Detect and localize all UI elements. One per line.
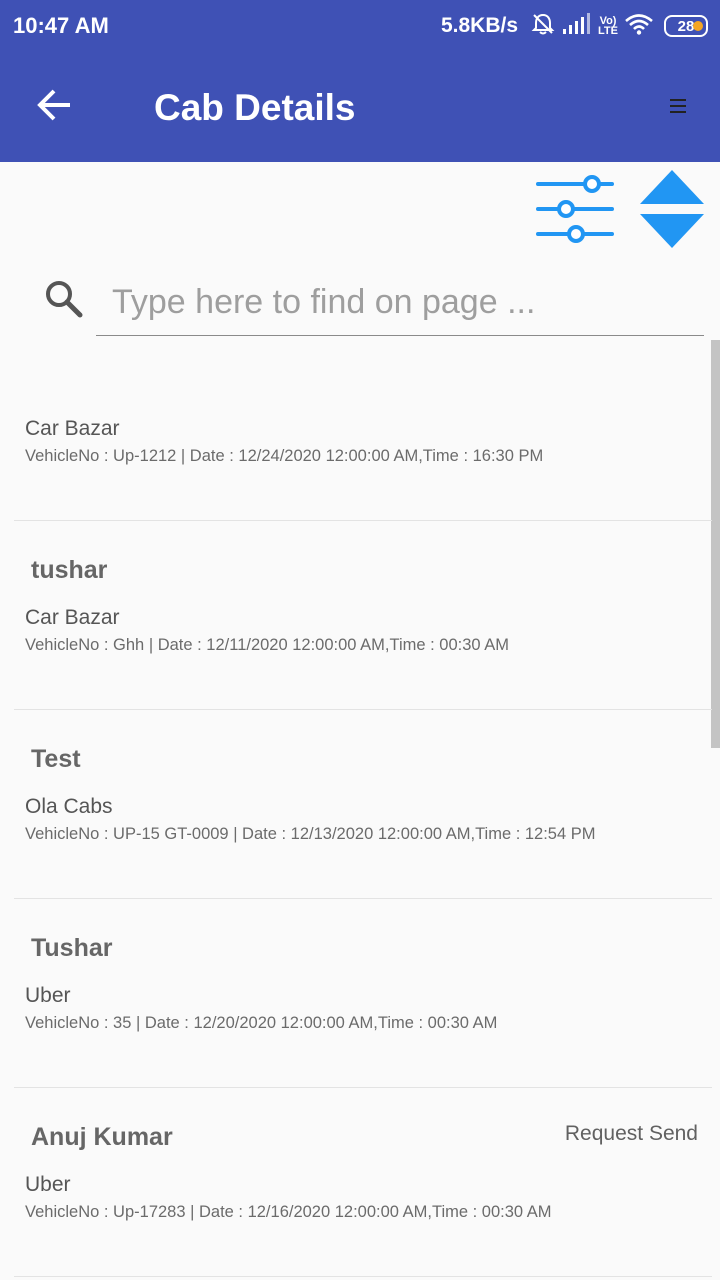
volte-indicator: Vo) LTE (598, 15, 618, 37)
battery-icon: 28 (664, 15, 708, 37)
cab-company: Uber (25, 984, 71, 1007)
passenger-name: Tushar (31, 934, 113, 962)
passenger-name: Test (31, 745, 81, 773)
signal-icon (562, 12, 591, 40)
status-time: 10:47 AM (13, 13, 109, 38)
booking-details: VehicleNo : Up-1212 | Date : 12/24/2020 … (25, 447, 544, 465)
list-item[interactable]: Tushar Uber VehicleNo : 35 | Date : 12/2… (14, 899, 712, 1088)
app-bar: Cab Details (0, 52, 720, 162)
booking-details: VehicleNo : Up-17283 | Date : 12/16/2020… (25, 1203, 552, 1221)
search-icon (42, 277, 86, 321)
sort-up-down-icon (640, 170, 704, 248)
sort-button[interactable] (638, 168, 706, 252)
alarm-off-icon (530, 11, 556, 42)
network-speed: 5.8KB/s (440, 14, 519, 37)
page-title: Cab Details (154, 87, 356, 128)
booking-details: VehicleNo : 35 | Date : 12/20/2020 12:00… (25, 1014, 498, 1032)
cab-company: Uber (25, 1173, 71, 1196)
list-item[interactable]: Car Bazar VehicleNo : Up-1212 | Date : 1… (14, 332, 712, 521)
back-button[interactable] (30, 80, 80, 130)
cab-company: Car Bazar (25, 417, 120, 440)
list-item[interactable]: Anuj Kumar Request Send Uber VehicleNo :… (14, 1088, 712, 1277)
wifi-icon (624, 13, 654, 40)
arrow-left-icon (37, 89, 70, 121)
passenger-name: Anuj Kumar (31, 1123, 173, 1151)
request-status: Request Send (564, 1122, 698, 1145)
cab-company: Car Bazar (25, 606, 120, 629)
scrollbar[interactable] (711, 340, 720, 748)
booking-details: VehicleNo : Ghh | Date : 12/11/2020 12:0… (25, 636, 509, 654)
search-input[interactable] (96, 270, 704, 336)
menu-button[interactable] (666, 94, 690, 118)
battery-level: 28 (677, 17, 695, 35)
booking-details: VehicleNo : UP-15 GT-0009 | Date : 12/13… (25, 825, 596, 843)
sliders-icon (536, 175, 614, 243)
status-bar: 10:47 AM 5.8KB/s Vo) LTE 28 (0, 0, 720, 52)
filter-button[interactable] (534, 172, 616, 246)
status-icons: 5.8KB/s Vo) LTE 28 (441, 12, 708, 40)
battery-saver-dot (693, 21, 703, 31)
menu-icon (670, 99, 686, 113)
list-item[interactable]: Test Ola Cabs VehicleNo : UP-15 GT-0009 … (14, 710, 712, 899)
list-item[interactable]: tushar Car Bazar VehicleNo : Ghh | Date … (14, 521, 712, 710)
cab-company: Ola Cabs (25, 795, 113, 818)
passenger-name: tushar (31, 556, 108, 584)
